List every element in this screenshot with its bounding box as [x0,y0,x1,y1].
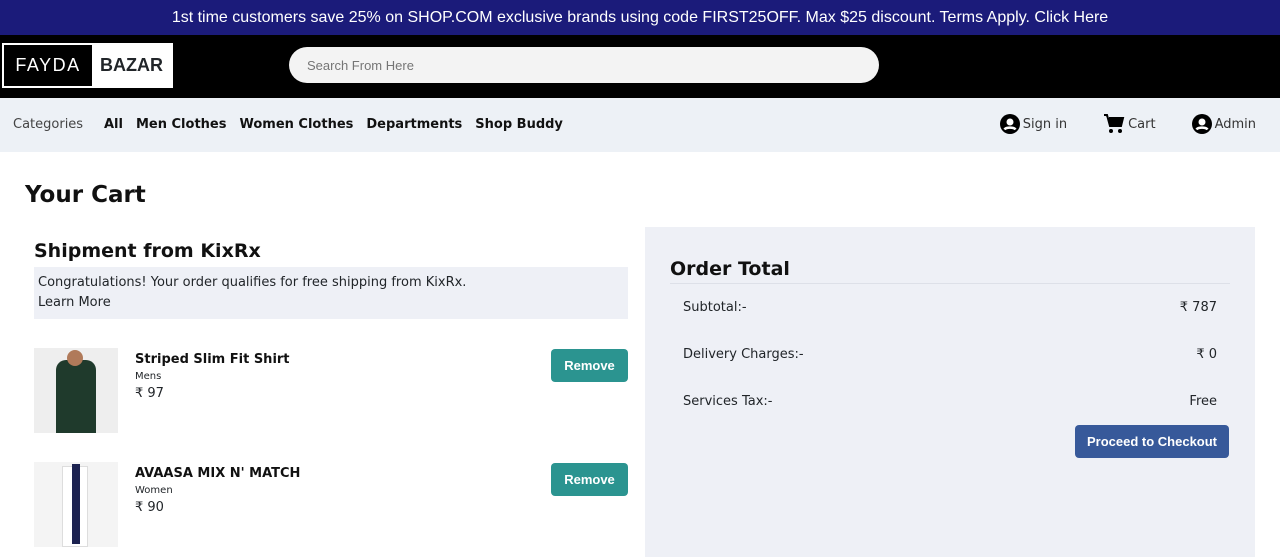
cart-item: AVAASA MIX N' MATCH Women ₹ 90 Remove [34,462,628,547]
nav-men-clothes[interactable]: Men Clothes [136,117,227,132]
row-value: Free [1189,394,1217,409]
checkout-button[interactable]: Proceed to Checkout [1075,425,1229,458]
item-category: Women [135,485,173,496]
nav-bar: Categories All Men Clothes Women Clothes… [0,98,1280,152]
learn-more-link[interactable]: Learn More [38,293,624,313]
logo-right: BAZAR [100,55,163,75]
cart-icon [1104,114,1125,133]
logo-left: FAYDA [4,45,92,86]
header: FAYDA BAZAR [0,35,1280,98]
admin-label: Admin [1214,116,1256,132]
row-label: Services Tax:- [683,394,773,409]
nav-shop-buddy[interactable]: Shop Buddy [475,117,563,132]
categories-label[interactable]: Categories [13,117,83,132]
search-input[interactable] [289,47,879,83]
cart-link[interactable]: Cart [1103,113,1156,135]
nav-all[interactable]: All [104,117,123,132]
subtotal-row: Subtotal:- ₹ 787 [683,300,1217,315]
sign-in-label: Sign in [1022,116,1068,132]
item-name: Striped Slim Fit Shirt [135,352,290,367]
admin-link[interactable]: Admin [1191,113,1256,135]
delivery-row: Delivery Charges:- ₹ 0 [683,347,1217,362]
product-image [34,348,118,433]
row-value: ₹ 0 [1196,347,1217,362]
cart-item: Striped Slim Fit Shirt Mens ₹ 97 Remove [34,348,628,433]
remove-button[interactable]: Remove [551,349,628,382]
promo-banner[interactable]: 1st time customers save 25% on SHOP.COM … [0,0,1280,35]
item-price: ₹ 90 [135,500,164,515]
shipment-section: Shipment from KixRx Congratulations! You… [34,240,628,547]
user-icon [999,114,1020,134]
page-title: Your Cart [25,182,146,208]
product-image [34,462,118,547]
item-price: ₹ 97 [135,386,164,401]
tax-row: Services Tax:- Free [683,394,1217,409]
user-icon [1191,114,1212,134]
divider [670,283,1230,284]
row-label: Subtotal:- [683,300,747,315]
remove-button[interactable]: Remove [551,463,628,496]
shipping-note: Congratulations! Your order qualifies fo… [34,267,628,319]
order-total-panel: Order Total Subtotal:- ₹ 787 Delivery Cha… [645,227,1255,557]
item-name: AVAASA MIX N' MATCH [135,466,301,481]
logo[interactable]: FAYDA BAZAR [2,43,173,88]
item-category: Mens [135,371,162,382]
row-label: Delivery Charges:- [683,347,804,362]
nav-women-clothes[interactable]: Women Clothes [239,117,353,132]
nav-departments[interactable]: Departments [366,117,462,132]
order-total-title: Order Total [670,258,790,280]
row-value: ₹ 787 [1179,300,1217,315]
shipment-title: Shipment from KixRx [34,240,261,262]
shipping-note-text: Congratulations! Your order qualifies fo… [38,275,467,290]
sign-in-link[interactable]: Sign in [999,113,1068,135]
cart-label: Cart [1128,116,1156,132]
